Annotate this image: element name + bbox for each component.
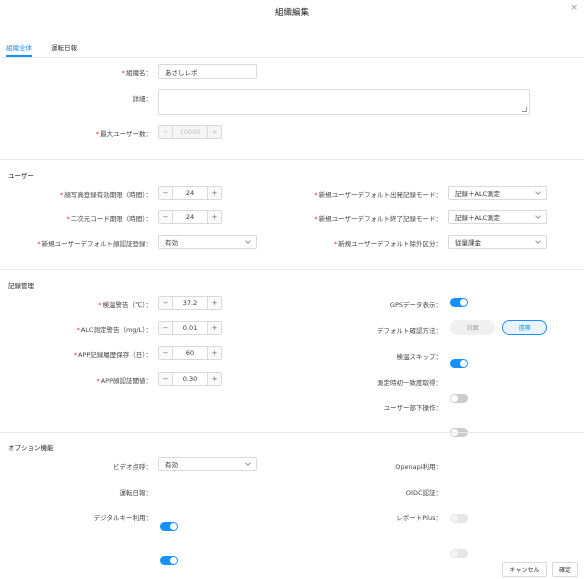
app-history-label: *APP記録履歴保存（日）： [73, 351, 152, 359]
plus-icon[interactable]: + [208, 297, 221, 309]
temp-warning-value[interactable]: 37.2 [172, 297, 208, 309]
digital-key-label: デジタルキー利用： [93, 514, 152, 522]
plus-icon[interactable]: + [208, 211, 221, 223]
match-fetch-label: 測定時初一致度取得： [377, 379, 442, 387]
minus-icon[interactable]: − [159, 322, 172, 334]
temp-warning-stepper[interactable]: − 37.2 + [158, 296, 222, 310]
default-exempt-label: *新規ユーザーデフォルト除外区分： [333, 240, 442, 248]
report-plus-label: レポートPlus： [396, 514, 442, 522]
qr-expiry-label: *二次元コード期限（時間）： [66, 215, 153, 223]
user-section-title: ユーザー [8, 172, 34, 180]
app-face-threshold-label: *APP顔認証閾値： [96, 377, 152, 385]
video-call-label: ビデオ点呼： [113, 463, 152, 471]
plus-icon: + [208, 126, 221, 138]
plus-icon[interactable]: + [208, 373, 221, 385]
toggle-knob [170, 557, 177, 564]
toggle-knob [451, 395, 458, 402]
qr-expiry-value[interactable]: 24 [172, 211, 208, 223]
chevron-down-icon [535, 213, 541, 219]
tab-daily-report[interactable]: 運転日報 [51, 42, 77, 52]
plus-icon[interactable]: + [208, 187, 221, 199]
confirm-face-option[interactable]: 対面 [450, 320, 495, 335]
default-end-mode-select[interactable]: 記録＋ALC測定 [448, 210, 547, 224]
plus-icon[interactable]: + [208, 322, 221, 334]
tabs-divider [0, 57, 584, 58]
gps-display-label: GPSデータ表示： [389, 301, 442, 309]
toggle-knob [460, 360, 467, 367]
alc-warning-stepper[interactable]: − 0.01 + [158, 321, 222, 335]
max-users-stepper: − 10000 + [158, 125, 222, 139]
temp-skip-toggle[interactable] [450, 359, 468, 368]
subordinate-op-label: ユーザー部下操作： [383, 404, 442, 412]
confirm-remote-option[interactable]: 遠隔 [502, 320, 547, 335]
default-confirm-label: デフォルト確認方法： [377, 327, 442, 335]
daily-report-toggle[interactable] [160, 522, 178, 531]
resize-handle-icon[interactable] [522, 107, 527, 112]
photo-expiry-value[interactable]: 24 [172, 187, 208, 199]
minus-icon[interactable]: − [159, 187, 172, 199]
video-call-select[interactable]: 有効 [158, 457, 257, 471]
detail-textarea[interactable] [158, 89, 530, 115]
minus-icon[interactable]: − [159, 347, 172, 359]
minus-icon[interactable]: − [159, 297, 172, 309]
qr-expiry-stepper[interactable]: − 24 + [158, 210, 222, 224]
alc-warning-label: *ALC測定警告（mg/L）： [76, 326, 152, 334]
org-name-label: *組織名： [121, 69, 152, 77]
toggle-knob [451, 515, 458, 522]
max-users-label: *最大ユーザー数： [95, 130, 152, 138]
default-face-auth-select[interactable]: 有効 [158, 235, 257, 249]
toggle-knob [451, 550, 458, 557]
toggle-knob [460, 299, 467, 306]
alc-warning-value[interactable]: 0.01 [172, 322, 208, 334]
openapi-toggle [450, 514, 468, 523]
gps-display-toggle[interactable] [450, 298, 468, 307]
minus-icon[interactable]: − [159, 211, 172, 223]
section-divider [0, 269, 584, 270]
chevron-down-icon [245, 238, 251, 244]
app-face-threshold-value[interactable]: 0.30 [172, 373, 208, 385]
daily-report-label: 運転日報： [119, 489, 153, 497]
chevron-down-icon [245, 460, 251, 466]
photo-expiry-stepper[interactable]: − 24 + [158, 186, 222, 200]
openapi-label: Openapi利用： [395, 463, 442, 471]
section-divider [0, 159, 584, 160]
oidc-toggle [450, 549, 468, 558]
section-divider [0, 432, 584, 433]
temp-skip-label: 検温スキップ： [396, 353, 443, 361]
temp-warning-label: *検温警告（℃）： [98, 301, 152, 309]
option-section-title: オプション機能 [8, 444, 54, 452]
default-face-auth-label: *新規ユーザーデフォルト顔認証登録： [37, 240, 152, 248]
toggle-knob [170, 523, 177, 530]
minus-icon[interactable]: − [159, 373, 172, 385]
cancel-button[interactable]: キャンセル [502, 562, 547, 577]
photo-expiry-label: *顔写真登録有効期限（時間）： [60, 191, 152, 199]
default-end-mode-label: *新規ユーザーデフォルト終了記録モード： [314, 215, 442, 223]
close-icon[interactable]: × [570, 3, 578, 13]
app-face-threshold-stepper[interactable]: − 0.30 + [158, 372, 222, 386]
oidc-label: OIDC認証： [405, 489, 442, 497]
app-history-value[interactable]: 60 [172, 347, 208, 359]
plus-icon[interactable]: + [208, 347, 221, 359]
minus-icon: − [159, 126, 172, 138]
default-start-mode-label: *新規ユーザーデフォルト出発記録モード： [314, 191, 442, 199]
dialog-title: 組織編集 [274, 8, 309, 18]
detail-label: 詳細： [132, 95, 153, 103]
digital-key-toggle[interactable] [160, 556, 178, 565]
chevron-down-icon [535, 238, 541, 244]
default-exempt-select[interactable]: 従量課金 [448, 235, 547, 249]
confirm-button[interactable]: 確定 [552, 562, 578, 577]
default-start-mode-select[interactable]: 記録＋ALC測定 [448, 186, 547, 200]
match-fetch-toggle[interactable] [450, 394, 468, 403]
app-history-stepper[interactable]: − 60 + [158, 346, 222, 360]
chevron-down-icon [535, 189, 541, 195]
tab-organization[interactable]: 組織全体 [6, 42, 32, 52]
max-users-value: 10000 [172, 126, 208, 138]
record-section-title: 記録管理 [8, 282, 34, 290]
org-name-input[interactable]: あさしレポ [158, 64, 257, 79]
